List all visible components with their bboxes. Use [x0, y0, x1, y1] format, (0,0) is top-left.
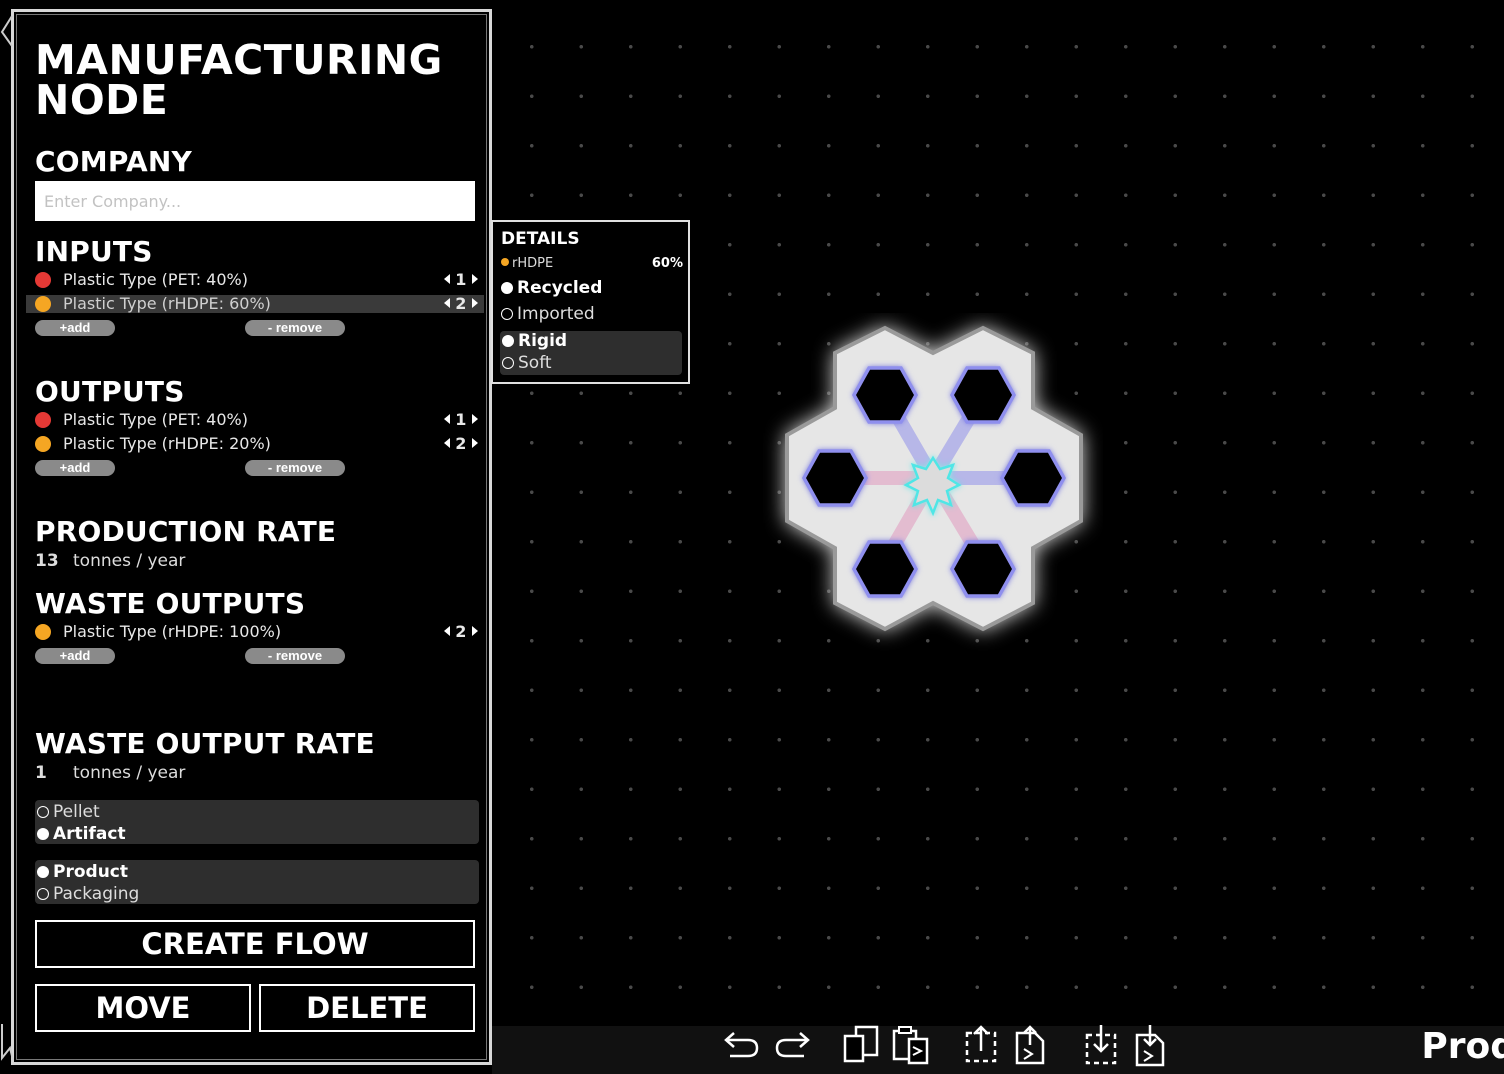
waste-output-rate-heading: WASTE OUTPUT RATE [35, 727, 375, 760]
copy-icon[interactable] [841, 1023, 881, 1067]
delete-button[interactable]: DELETE [259, 984, 475, 1032]
center-star [903, 455, 962, 517]
material-color-dot [35, 272, 51, 288]
outputs-heading: OUTPUTS [35, 375, 185, 408]
production-rate-heading: PRODUCTION RATE [35, 515, 337, 548]
next-arrow-icon[interactable] [472, 438, 478, 448]
radio-packaging[interactable]: Packaging [37, 884, 139, 904]
next-arrow-icon[interactable] [472, 414, 478, 424]
add-waste-output-button[interactable]: +add [35, 648, 115, 664]
output-item[interactable]: Plastic Type (PET: 40%) 1 [26, 410, 484, 429]
radio-circle-icon [502, 335, 514, 347]
waste-outputs-heading: WASTE OUTPUTS [35, 587, 306, 620]
panel-title: MANUFACTURING NODE [35, 36, 443, 124]
details-popover: DETAILS rHDPE 60% Recycled Imported Rigi… [491, 220, 690, 384]
details-material-line: rHDPE 60% [501, 256, 683, 271]
output-item[interactable]: Plastic Type (rHDPE: 20%) 2 [26, 434, 484, 453]
redo-icon[interactable] [772, 1023, 812, 1067]
waste-output-item[interactable]: Plastic Type (rHDPE: 100%) 2 [26, 622, 484, 641]
inputs-heading: INPUTS [35, 235, 153, 268]
material-color-dot [501, 258, 509, 266]
remove-input-button[interactable]: - remove [245, 320, 345, 336]
import-icon[interactable] [1131, 1023, 1171, 1067]
port-hexagon [851, 540, 919, 598]
port-hexagon [949, 366, 1017, 424]
status-text: Prod [1421, 1026, 1504, 1067]
radio-soft[interactable]: Soft [502, 353, 552, 373]
prev-arrow-icon[interactable] [443, 414, 450, 424]
radio-circle-icon [502, 357, 514, 369]
next-arrow-icon[interactable] [472, 626, 478, 636]
download-icon[interactable] [1081, 1023, 1121, 1067]
paste-icon[interactable] [891, 1023, 931, 1067]
material-color-dot [35, 412, 51, 428]
prev-arrow-icon[interactable] [443, 298, 450, 308]
radio-product[interactable]: Product [37, 862, 128, 882]
undo-icon[interactable] [722, 1023, 762, 1067]
details-title: DETAILS [501, 229, 580, 249]
use-radio-group: Product Packaging [35, 860, 479, 904]
material-color-dot [35, 436, 51, 452]
port-hexagon [999, 449, 1067, 507]
manufacturing-node-panel: MANUFACTURING NODE COMPANY INPUTS Plasti… [11, 9, 492, 1065]
radio-circle-icon [501, 282, 513, 294]
radio-circle-icon [501, 308, 513, 320]
radio-circle-icon [37, 828, 49, 840]
radio-artifact[interactable]: Artifact [37, 824, 126, 844]
prev-arrow-icon[interactable] [443, 438, 450, 448]
port-hexagon [801, 449, 869, 507]
create-flow-button[interactable]: CREATE FLOW [35, 920, 475, 968]
company-heading: COMPANY [35, 145, 192, 178]
input-item-selected[interactable]: Plastic Type (rHDPE: 60%) 2 [26, 294, 484, 313]
material-color-dot [35, 296, 51, 312]
quantity-stepper[interactable]: 2 [443, 294, 478, 313]
input-item[interactable]: Plastic Type (PET: 40%) 1 [26, 270, 484, 289]
manufacturing-node-graphic[interactable] [763, 313, 1103, 673]
add-input-button[interactable]: +add [35, 320, 115, 336]
cursor-icon [0, 1024, 14, 1061]
quantity-stepper[interactable]: 2 [443, 622, 478, 641]
move-button[interactable]: MOVE [35, 984, 251, 1032]
production-rate-field[interactable]: 13 tonnes / year [35, 551, 185, 571]
radio-rigid[interactable]: Rigid [502, 331, 567, 351]
next-arrow-icon[interactable] [472, 298, 478, 308]
prev-arrow-icon[interactable] [443, 274, 450, 284]
export-icon[interactable] [1011, 1023, 1051, 1067]
next-arrow-icon[interactable] [472, 274, 478, 284]
port-hexagon [851, 366, 919, 424]
remove-output-button[interactable]: - remove [245, 460, 345, 476]
resize-handle-icon[interactable] [0, 14, 14, 48]
quantity-stepper[interactable]: 1 [443, 270, 478, 289]
radio-circle-icon [37, 806, 49, 818]
radio-imported[interactable]: Imported [501, 304, 595, 324]
upload-icon[interactable] [961, 1023, 1001, 1067]
rigidity-radio-group: Rigid Soft [500, 331, 682, 375]
add-output-button[interactable]: +add [35, 460, 115, 476]
remove-waste-output-button[interactable]: - remove [245, 648, 345, 664]
company-input[interactable] [35, 181, 475, 221]
radio-circle-icon [37, 888, 49, 900]
radio-circle-icon [37, 866, 49, 878]
radio-pellet[interactable]: Pellet [37, 802, 100, 822]
form-radio-group: Pellet Artifact [35, 800, 479, 844]
prev-arrow-icon[interactable] [443, 626, 450, 636]
material-color-dot [35, 624, 51, 640]
waste-output-rate-field[interactable]: 1 tonnes / year [35, 763, 185, 783]
port-hexagon [949, 540, 1017, 598]
radio-recycled[interactable]: Recycled [501, 278, 602, 298]
quantity-stepper[interactable]: 1 [443, 410, 478, 429]
quantity-stepper[interactable]: 2 [443, 434, 478, 453]
